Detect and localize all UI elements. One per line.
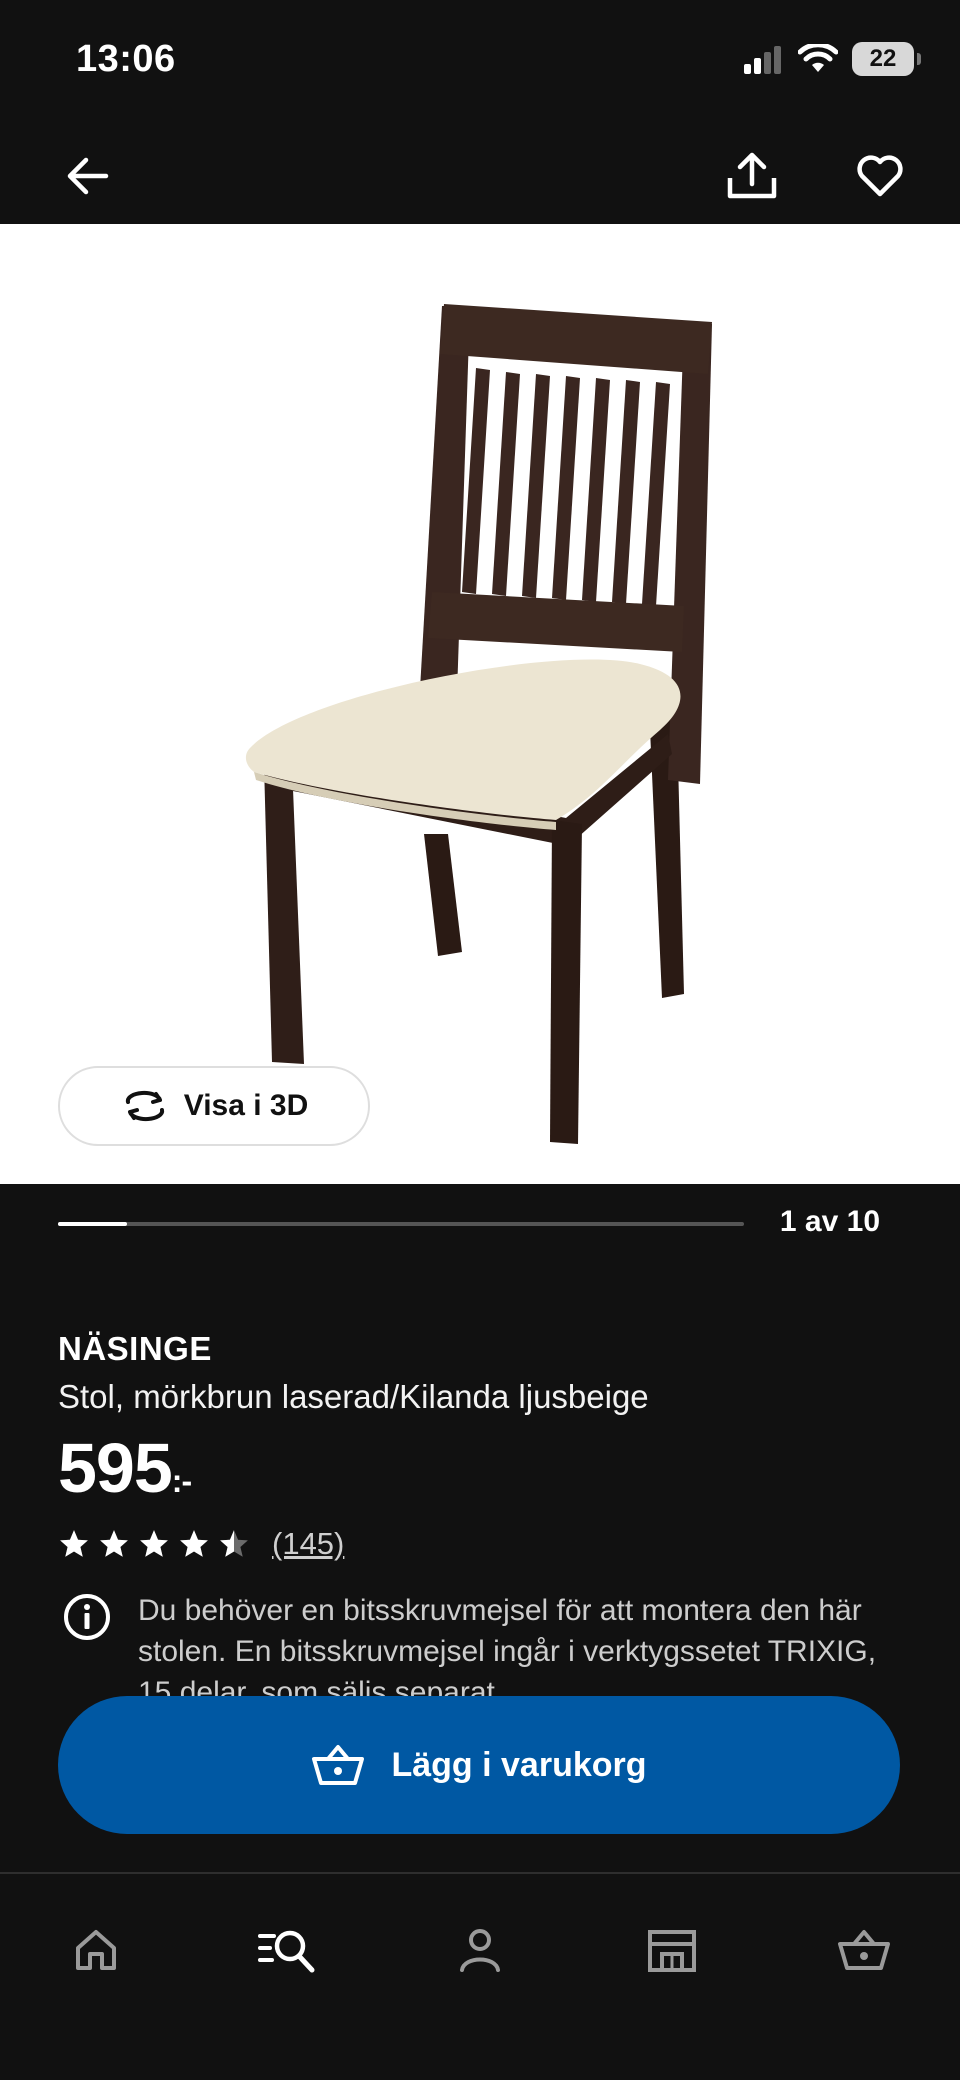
battery-icon: 22 — [852, 42, 921, 76]
price-suffix: :- — [171, 1463, 192, 1499]
star-icon — [60, 1530, 88, 1557]
battery-level: 22 — [869, 45, 897, 72]
rating-stars — [58, 1528, 250, 1560]
favorite-button[interactable] — [848, 144, 912, 208]
wifi-icon — [798, 44, 838, 72]
gallery-page-counter: 1 av 10 — [779, 1205, 880, 1238]
status-bar: 13:06 22 — [0, 0, 960, 120]
gallery-progress-fill — [58, 1222, 127, 1226]
cellular-signal-icon — [744, 46, 781, 74]
star-icon — [220, 1530, 248, 1557]
product-rating[interactable]: (145) — [58, 1526, 344, 1562]
basket-icon — [312, 1745, 365, 1785]
star-icon — [140, 1530, 168, 1557]
product-name: NÄSINGE — [58, 1330, 212, 1367]
product-description: Stol, mörkbrun laserad/Kilanda ljusbeige — [58, 1378, 649, 1415]
price-value: 595 — [58, 1429, 173, 1507]
tab-basket[interactable] — [824, 1910, 904, 1990]
tab-search[interactable] — [248, 1910, 328, 1990]
product-price: 595:- — [58, 1428, 192, 1508]
back-arrow-icon — [67, 157, 109, 195]
profile-icon — [460, 1929, 500, 1972]
tab-stores[interactable] — [632, 1910, 712, 1990]
back-button[interactable] — [56, 144, 120, 208]
product-image-gallery[interactable]: Visa i 3D — [0, 224, 960, 1184]
rotate-3d-icon — [125, 1090, 164, 1122]
status-icons: 22 — [744, 42, 921, 76]
star-icon — [180, 1530, 208, 1557]
view-3d-label: Visa i 3D — [183, 1089, 309, 1122]
tab-profile[interactable] — [440, 1910, 520, 1990]
add-to-cart-button[interactable]: Lägg i varukorg — [58, 1696, 900, 1834]
view-3d-button[interactable]: Visa i 3D — [58, 1066, 370, 1146]
review-count-link[interactable]: (145) — [272, 1526, 344, 1562]
add-to-cart-label: Lägg i varukorg — [391, 1745, 647, 1784]
share-button[interactable] — [720, 144, 784, 208]
gallery-progress — [58, 1222, 744, 1226]
home-icon — [76, 1930, 116, 1970]
basket-icon — [838, 1930, 890, 1970]
top-nav — [0, 120, 960, 224]
share-icon — [727, 152, 777, 199]
assembly-info: Du behöver en bitsskruvmejsel för att mo… — [58, 1590, 888, 1702]
assembly-info-text: Du behöver en bitsskruvmejsel för att mo… — [138, 1594, 877, 1702]
heart-icon — [857, 155, 903, 197]
tab-home[interactable] — [56, 1910, 136, 1990]
bottom-tab-bar — [0, 1872, 960, 2080]
search-menu-icon — [258, 1930, 315, 1973]
chair-illustration — [245, 304, 712, 1144]
star-icon — [100, 1530, 128, 1557]
store-icon — [648, 1930, 696, 1972]
info-icon — [64, 1594, 110, 1640]
status-time: 13:06 — [76, 38, 176, 80]
product-image — [245, 304, 712, 1144]
